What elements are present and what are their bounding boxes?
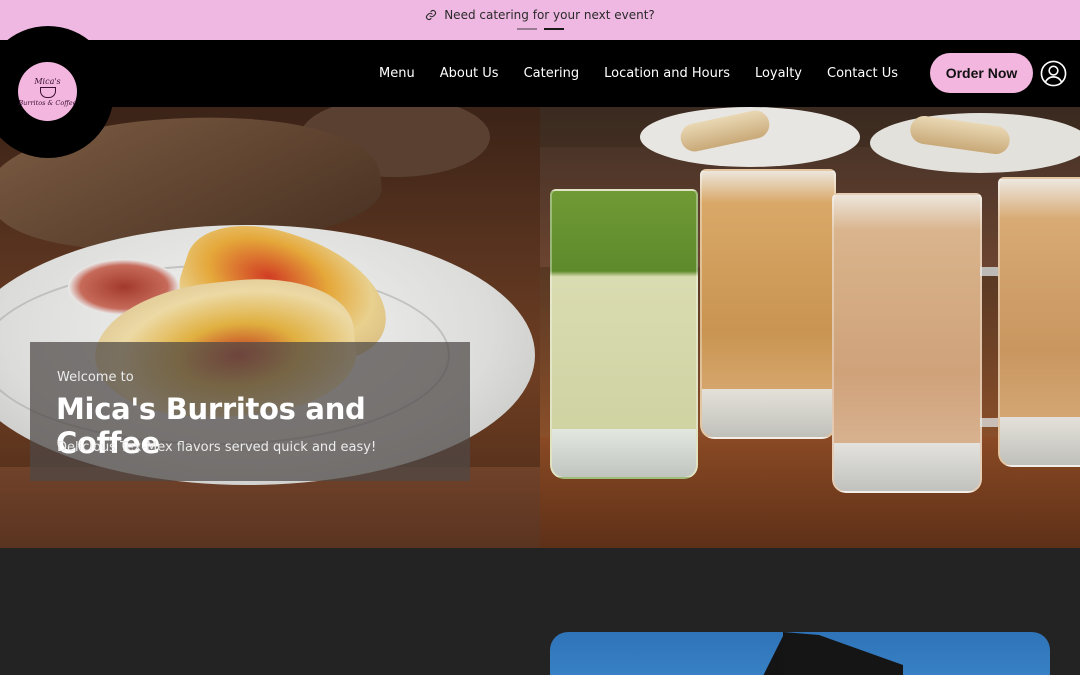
welcome-eyebrow: Welcome to	[57, 370, 134, 385]
coffee-cup-icon	[39, 86, 56, 98]
announcement-text: Need catering for your next event?	[444, 8, 655, 22]
user-circle-icon[interactable]	[1040, 60, 1067, 87]
main-nav: Menu About Us Catering Location and Hour…	[379, 40, 898, 107]
order-now-button[interactable]: Order Now	[930, 53, 1033, 93]
matcha-glass	[550, 189, 698, 479]
nav-about-us[interactable]: About Us	[440, 66, 499, 81]
link-icon	[426, 9, 437, 21]
site-header: Menu About Us Catering Location and Hour…	[0, 40, 1080, 107]
glass-base	[702, 389, 834, 437]
latte-glass	[832, 193, 982, 493]
announcement-dot-2[interactable]	[544, 28, 564, 30]
nav-menu[interactable]: Menu	[379, 66, 415, 81]
nav-catering[interactable]: Catering	[524, 66, 580, 81]
hero-subtitle: Delicious Tex-Mex flavors served quick a…	[57, 440, 377, 455]
site-logo[interactable]: Mica's Burritos & Coffee	[18, 62, 77, 121]
hero-image-burrito: Welcome to Mica's Burritos and Coffee De…	[0, 107, 540, 548]
glass-base	[1000, 417, 1080, 465]
logo-line-1: Mica's	[34, 76, 61, 86]
about-section	[0, 548, 1080, 675]
catering-announcement-link[interactable]: Need catering for your next event?	[0, 8, 1080, 22]
nav-contact-us[interactable]: Contact Us	[827, 66, 898, 81]
building-shape	[783, 632, 903, 675]
logo-line-2: Burritos & Coffee	[18, 98, 77, 107]
nav-location-hours[interactable]: Location and Hours	[604, 66, 730, 81]
cold-brew-glass	[998, 177, 1080, 467]
nav-loyalty[interactable]: Loyalty	[755, 66, 802, 81]
glass-base	[552, 429, 696, 477]
hero-section: Welcome to Mica's Burritos and Coffee De…	[0, 107, 1080, 548]
announcement-dot-1[interactable]	[517, 28, 537, 30]
glass-base	[834, 443, 980, 491]
hero-image-drinks	[540, 107, 1080, 548]
storefront-image	[550, 632, 1050, 675]
announcement-bar: Need catering for your next event?	[0, 0, 1080, 40]
welcome-card: Welcome to Mica's Burritos and Coffee De…	[30, 342, 470, 481]
iced-coffee-glass	[700, 169, 836, 439]
building-shape	[755, 632, 785, 675]
announcement-pagination	[517, 28, 564, 30]
